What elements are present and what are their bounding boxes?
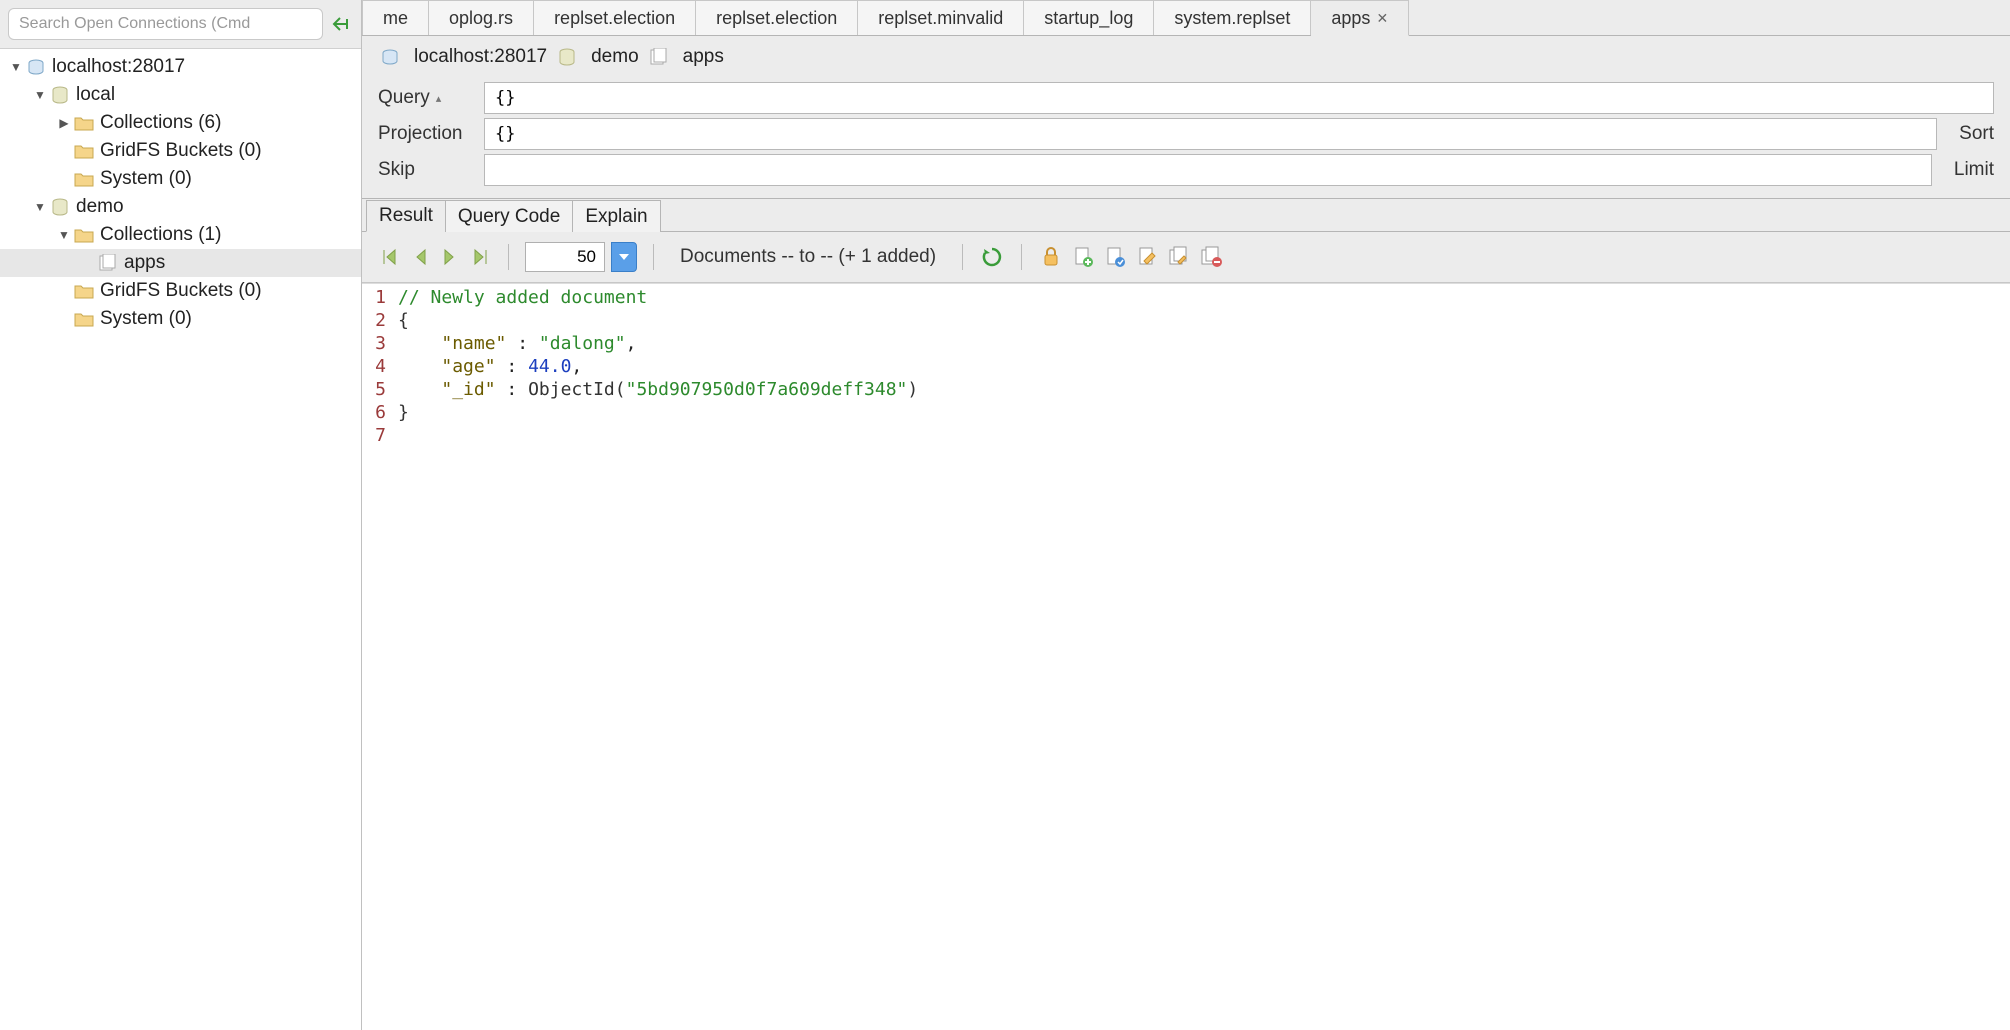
line-gutter: 1 2 3 4 5 6 7: [362, 284, 392, 1030]
tree-demo-apps-label: apps: [124, 252, 165, 274]
tree-db-local[interactable]: ▼ local: [0, 81, 361, 109]
add-document-icon[interactable]: [1070, 244, 1096, 270]
delete-document-icon[interactable]: [1198, 244, 1224, 270]
folder-icon: [72, 225, 96, 245]
collection-icon: [96, 253, 120, 273]
skip-label: Skip: [378, 159, 472, 181]
server-icon: [378, 47, 402, 67]
tab-label: replset.election: [716, 8, 837, 29]
next-page-icon[interactable]: [438, 245, 462, 269]
documents-status: Documents -- to -- (+ 1 added): [670, 246, 946, 268]
edit-document-icon[interactable]: [1134, 244, 1160, 270]
tree-local-system[interactable]: System (0): [0, 165, 361, 193]
folder-icon: [72, 113, 96, 133]
tab-label: oplog.rs: [449, 8, 513, 29]
database-icon: [48, 197, 72, 217]
tree-demo-system-label: System (0): [100, 308, 192, 330]
tree-demo-system[interactable]: System (0): [0, 305, 361, 333]
refresh-icon[interactable]: [979, 244, 1005, 270]
tree-demo-gridfs[interactable]: GridFS Buckets (0): [0, 277, 361, 305]
tab-replset-election-2[interactable]: replset.election: [696, 0, 858, 35]
tree-local-collections[interactable]: ▶ Collections (6): [0, 109, 361, 137]
tree-demo-collections-label: Collections (1): [100, 224, 221, 246]
folder-icon: [72, 141, 96, 161]
tree-demo-collections[interactable]: ▼ Collections (1): [0, 221, 361, 249]
database-icon: [555, 47, 579, 67]
back-arrow-icon[interactable]: [329, 12, 353, 36]
tree-db-local-label: local: [76, 84, 115, 106]
tab-me[interactable]: me: [362, 0, 429, 35]
tab-system-replset[interactable]: system.replset: [1154, 0, 1311, 35]
folder-icon: [72, 169, 96, 189]
breadcrumb-host: localhost:28017: [414, 46, 547, 68]
tab-label: system.replset: [1174, 8, 1290, 29]
search-input[interactable]: [8, 8, 323, 40]
code-editor[interactable]: 1 2 3 4 5 6 7 // Newly added document { …: [362, 283, 2010, 1030]
tab-bar: me oplog.rs replset.election replset.ele…: [362, 0, 2010, 36]
tree-local-system-label: System (0): [100, 168, 192, 190]
page-size-input[interactable]: [525, 242, 605, 272]
tree-local-gridfs[interactable]: GridFS Buckets (0): [0, 137, 361, 165]
lock-icon[interactable]: [1038, 244, 1064, 270]
tab-apps[interactable]: apps ✕: [1311, 0, 1409, 36]
tree-db-demo-label: demo: [76, 196, 124, 218]
collection-icon: [647, 47, 671, 67]
breadcrumb-db: demo: [591, 46, 639, 68]
skip-input[interactable]: [484, 154, 1932, 186]
tree-demo-apps[interactable]: apps: [0, 249, 361, 277]
breadcrumb-coll: apps: [683, 46, 724, 68]
server-icon: [24, 57, 48, 77]
prev-page-icon[interactable]: [408, 245, 432, 269]
query-label: Query ▴: [378, 87, 472, 109]
code-content[interactable]: // Newly added document { "name" : "dalo…: [392, 284, 2010, 1030]
query-code-tab[interactable]: Query Code: [445, 200, 573, 232]
tree-local-collections-label: Collections (6): [100, 112, 221, 134]
tab-label: startup_log: [1044, 8, 1133, 29]
tree-local-gridfs-label: GridFS Buckets (0): [100, 140, 262, 162]
tree-db-demo[interactable]: ▼ demo: [0, 193, 361, 221]
folder-icon: [72, 281, 96, 301]
sort-label: Sort: [1949, 123, 1994, 145]
tab-label: me: [383, 8, 408, 29]
tree-host-label: localhost:28017: [52, 56, 185, 78]
result-toolbar: Documents -- to -- (+ 1 added): [362, 232, 2010, 283]
folder-icon: [72, 309, 96, 329]
query-input[interactable]: [484, 82, 1994, 114]
explain-tab[interactable]: Explain: [572, 200, 660, 232]
page-size-dropdown[interactable]: [611, 242, 637, 272]
projection-label: Projection: [378, 123, 472, 145]
last-page-icon[interactable]: [468, 245, 492, 269]
limit-label: Limit: [1944, 159, 1994, 181]
view-document-icon[interactable]: [1102, 244, 1128, 270]
copy-document-icon[interactable]: [1166, 244, 1192, 270]
result-tab[interactable]: Result: [366, 200, 446, 232]
tab-replset-election-1[interactable]: replset.election: [534, 0, 696, 35]
tab-replset-minvalid[interactable]: replset.minvalid: [858, 0, 1024, 35]
tab-label: replset.minvalid: [878, 8, 1003, 29]
tab-label: replset.election: [554, 8, 675, 29]
tab-oplog[interactable]: oplog.rs: [429, 0, 534, 35]
first-page-icon[interactable]: [378, 245, 402, 269]
tree-demo-gridfs-label: GridFS Buckets (0): [100, 280, 262, 302]
close-icon[interactable]: ✕: [1376, 10, 1388, 27]
tab-startup-log[interactable]: startup_log: [1024, 0, 1154, 35]
tree-host[interactable]: ▼ localhost:28017: [0, 53, 361, 81]
breadcrumb: localhost:28017 demo apps: [362, 36, 2010, 74]
projection-input[interactable]: [484, 118, 1937, 150]
database-icon: [48, 85, 72, 105]
chevron-up-icon[interactable]: ▴: [436, 92, 442, 105]
connection-tree: ▼ localhost:28017 ▼ local ▶ Collections …: [0, 49, 361, 1030]
tab-label: apps: [1331, 8, 1370, 29]
